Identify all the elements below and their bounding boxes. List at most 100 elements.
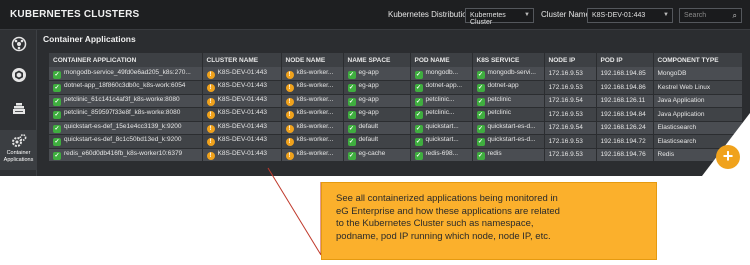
status-warning-icon: !	[206, 124, 215, 133]
pod-ip-cell: 192.168.194.86	[596, 80, 654, 95]
container-application-cell[interactable]: ✓ dotnet-app_18f860c3db0c_k8s-work:6054	[49, 80, 203, 95]
sidebar-item-container-applications[interactable]: Container Applications	[0, 130, 37, 170]
status-ok-icon: ✓	[53, 70, 61, 79]
container-application-cell[interactable]: ✓ petclinic_61c141c4af3f_k8s-worke:8080	[49, 94, 203, 108]
pod-name-cell[interactable]: ✓ petclinic...	[410, 107, 473, 122]
pod-name-cell[interactable]: ✓ redis-698...	[410, 148, 473, 162]
namespace-cell[interactable]: ✓ default	[343, 134, 411, 149]
table-row[interactable]: ✓ quickstart-es-def_8c1c50bd13ed_k:9200! K…	[49, 134, 742, 149]
node-name-cell[interactable]: ! k8s-worker...	[281, 121, 344, 135]
container-application-cell[interactable]: ✓ redis_e60d0db416fb_k8s-worker10:6379	[49, 148, 203, 162]
cell-text: Redis	[657, 151, 675, 159]
status-warning-icon: !	[206, 97, 215, 106]
sidebar-item-servers[interactable]	[0, 100, 37, 122]
table-row[interactable]: ✓ dotnet-app_18f860c3db0c_k8s-work:6054! K…	[49, 80, 742, 95]
column-header[interactable]: NODE NAME	[281, 53, 344, 67]
cluster-name-cell[interactable]: ! K8S-DEV-01:443	[202, 121, 282, 135]
cell-text: Java Application	[657, 97, 705, 105]
pod-name-cell[interactable]: ✓ quickstart...	[410, 121, 473, 135]
k8s-service-cell[interactable]: ✓ petclinic	[472, 94, 545, 108]
server-stack-icon	[12, 103, 25, 114]
container-application-cell[interactable]: ✓ quickstart-es-def_8c1c50bd13ed_k:9200	[49, 134, 203, 149]
cell-text: Java Application	[657, 110, 705, 118]
sidebar-item-nodes[interactable]	[0, 67, 37, 89]
node-name-cell[interactable]: ! k8s-worker...	[281, 107, 344, 122]
namespace-cell[interactable]: ✓ eg-app	[343, 67, 411, 81]
pod-name-cell[interactable]: ✓ quickstart...	[410, 134, 473, 149]
status-ok-icon: ✓	[347, 70, 356, 79]
node-name-cell[interactable]: ! k8s-worker...	[281, 134, 344, 149]
cell-text: MongoDB	[657, 70, 687, 77]
cell-text: quickstart-es-def_15e1e4cc3139_k:9200	[64, 122, 182, 130]
column-header[interactable]: COMPONENT TYPE	[653, 53, 742, 67]
status-warning-icon: !	[206, 151, 215, 160]
namespace-cell[interactable]: ✓ eg-app	[343, 94, 411, 108]
namespace-cell[interactable]: ✓ eg-app	[343, 107, 411, 122]
table-row[interactable]: ✓ quickstart-es-def_15e1e4cc3139_k:9200! K…	[49, 121, 742, 135]
cell-text: dotnet-app_18f860c3db0c_k8s-work:6054	[64, 82, 186, 90]
cell-text: quickstart-es-def_8c1c50bd13ed_k:9200	[64, 136, 182, 144]
status-warning-icon: !	[206, 138, 215, 147]
column-header[interactable]: K8S SERVICE	[472, 53, 545, 67]
namespace-cell[interactable]: ✓ eg-cache	[343, 148, 411, 162]
k8s-service-cell[interactable]: ✓ petclinic	[472, 107, 545, 122]
cell-text: redis	[487, 149, 502, 157]
container-application-cell[interactable]: ✓ petclinic_859597f33e8f_k8s-worke:8080	[49, 107, 203, 122]
cell-text: dotnet-app...	[425, 82, 463, 90]
cell-text: k8s-worker...	[296, 82, 334, 90]
k8s-service-cell[interactable]: ✓ redis	[472, 148, 545, 162]
k8s-service-cell[interactable]: ✓ dotnet-app	[472, 80, 545, 95]
cell-text: K8S-DEV-01:443	[217, 122, 268, 130]
column-header[interactable]: POD IP	[596, 53, 654, 67]
cluster-name-cell[interactable]: ! K8S-DEV-01:443	[202, 134, 282, 149]
cluster-name-cell[interactable]: ! K8S-DEV-01:443	[202, 94, 282, 108]
node-name-cell[interactable]: ! k8s-worker...	[281, 94, 344, 108]
cluster-name-cell[interactable]: ! K8S-DEV-01:443	[202, 80, 282, 95]
cell-text: mongodb-servi...	[487, 68, 536, 76]
pod-name-cell[interactable]: ✓ dotnet-app...	[410, 80, 473, 95]
status-warning-icon: !	[285, 111, 294, 120]
container-application-cell[interactable]: ✓ mongodb-service_49fd0e6ad205_k8s:270...	[49, 67, 203, 81]
node-name-cell[interactable]: ! k8s-worker...	[281, 148, 344, 162]
table-row[interactable]: ✓ redis_e60d0db416fb_k8s-worker10:6379! K8…	[49, 148, 742, 162]
status-ok-icon: ✓	[53, 151, 61, 160]
zoom-in-button[interactable]: +	[716, 145, 740, 169]
column-header[interactable]: NAME SPACE	[343, 53, 411, 67]
k8s-service-cell[interactable]: ✓ mongodb-servi...	[472, 67, 545, 81]
column-header[interactable]: NODE IP	[544, 53, 597, 67]
pod-name-cell[interactable]: ✓ petclinic...	[410, 94, 473, 108]
node-name-cell[interactable]: ! k8s-worker...	[281, 80, 344, 95]
cluster-name-cell[interactable]: ! K8S-DEV-01:443	[202, 107, 282, 122]
distribution-select[interactable]: Kubernetes Cluster ▼	[465, 8, 534, 26]
container-application-cell[interactable]: ✓ quickstart-es-def_15e1e4cc3139_k:9200	[49, 121, 203, 135]
status-ok-icon: ✓	[476, 97, 485, 106]
node-name-cell[interactable]: ! k8s-worker...	[281, 67, 344, 81]
column-header[interactable]: POD NAME	[410, 53, 473, 67]
namespace-cell[interactable]: ✓ eg-app	[343, 80, 411, 95]
status-ok-icon: ✓	[347, 151, 356, 160]
plus-icon: +	[722, 146, 734, 166]
cell-text: eg-app	[358, 109, 379, 117]
status-warning-icon: !	[285, 138, 294, 147]
cell-text: k8s-worker...	[296, 149, 334, 157]
search-placeholder: Search	[684, 12, 707, 19]
column-header[interactable]: CONTAINER APPLICATION	[49, 53, 203, 67]
cell-text: k8s-worker...	[296, 136, 334, 144]
table-row[interactable]: ✓ petclinic_859597f33e8f_k8s-worke:8080! K…	[49, 107, 742, 122]
column-header[interactable]: CLUSTER NAME	[202, 53, 282, 67]
cluster-name-cell[interactable]: ! K8S-DEV-01:443	[202, 148, 282, 162]
cell-text: K8S-DEV-01:443	[217, 82, 268, 90]
cluster-name-select[interactable]: K8S-DEV-01:443 ▼	[587, 8, 673, 23]
search-input[interactable]: Search ⌕	[679, 8, 742, 23]
k8s-service-cell[interactable]: ✓ quickstart-es-d...	[472, 121, 545, 135]
cell-text: quickstart-es-d...	[487, 136, 536, 144]
node-ip-cell: 172.16.9.53	[544, 107, 597, 122]
table-row[interactable]: ✓ mongodb-service_49fd0e6ad205_k8s:270...…	[49, 67, 742, 81]
sidebar-item-dashboard[interactable]	[0, 36, 37, 58]
cluster-name-cell[interactable]: ! K8S-DEV-01:443	[202, 67, 282, 81]
k8s-service-cell[interactable]: ✓ quickstart-es-d...	[472, 134, 545, 149]
gears-icon	[11, 134, 26, 147]
namespace-cell[interactable]: ✓ default	[343, 121, 411, 135]
table-row[interactable]: ✓ petclinic_61c141c4af3f_k8s-worke:8080! K…	[49, 94, 742, 108]
pod-name-cell[interactable]: ✓ mongodb...	[410, 67, 473, 81]
